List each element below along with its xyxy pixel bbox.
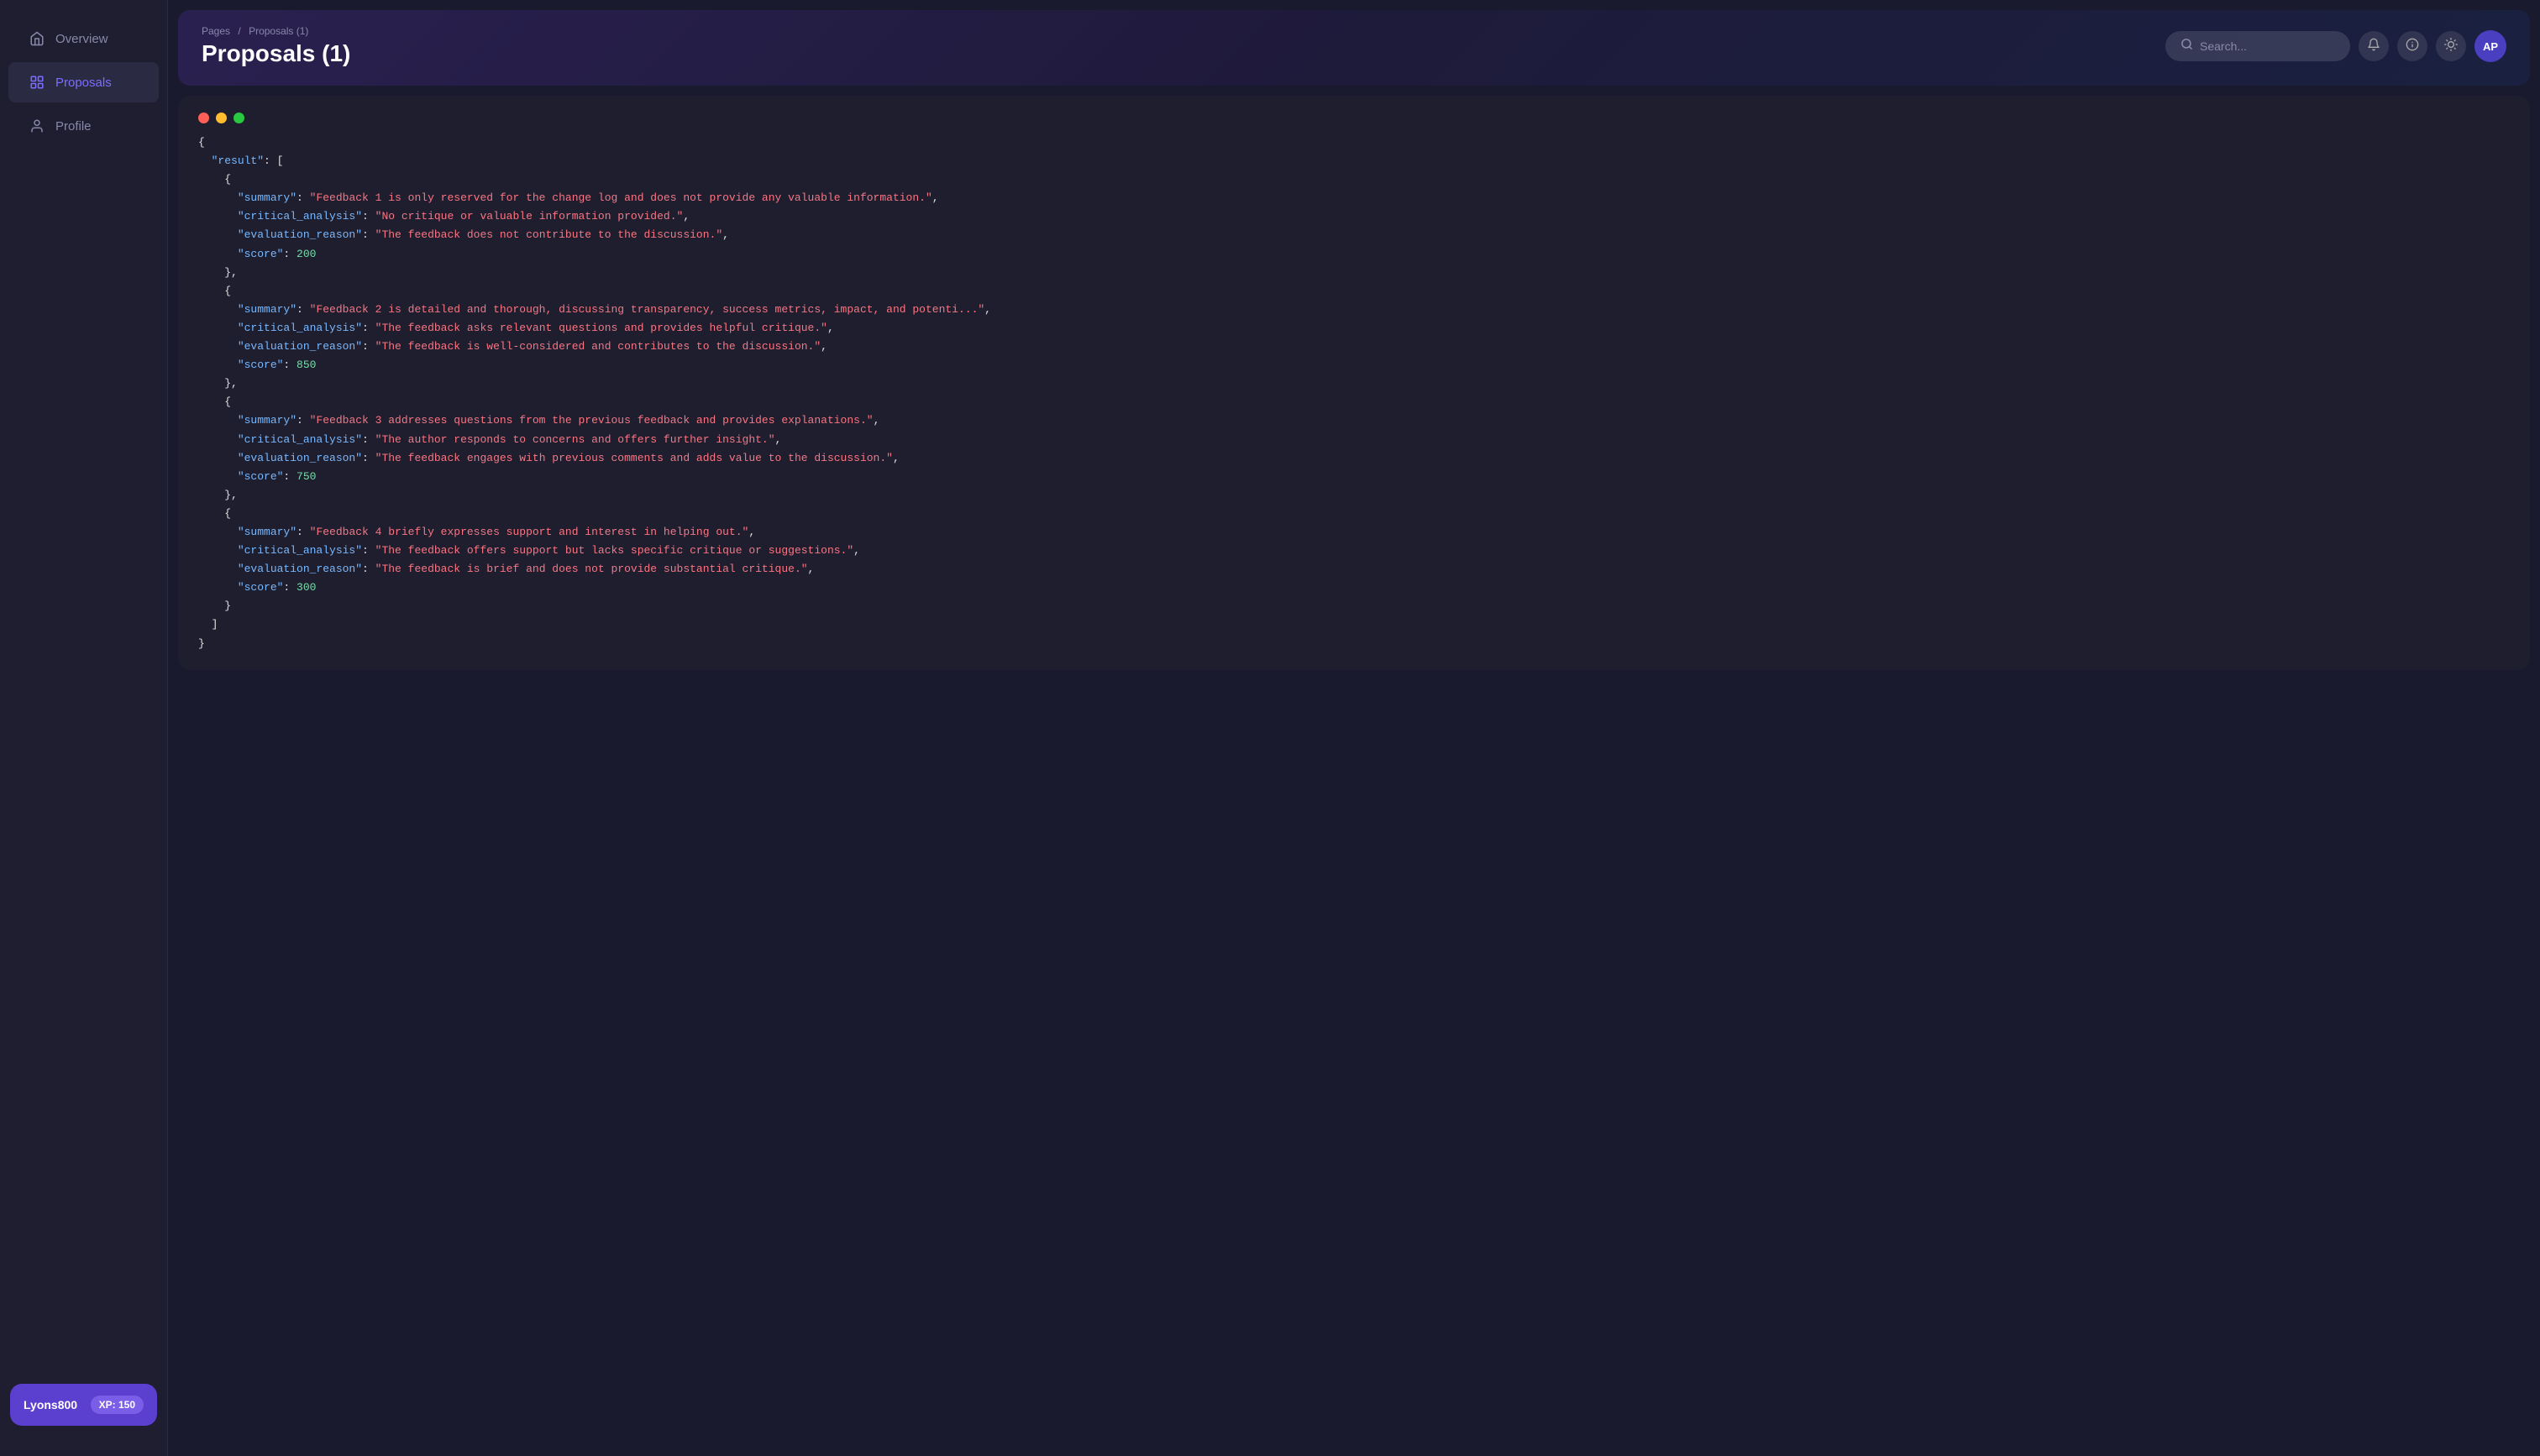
breadcrumb-current: Proposals (1) [249, 25, 308, 37]
search-input[interactable] [2200, 39, 2335, 53]
header-left: Pages / Proposals (1) Proposals (1) [202, 25, 350, 67]
main-content: Pages / Proposals (1) Proposals (1) [168, 0, 2540, 1456]
avatar-initials: AP [2483, 40, 2498, 53]
avatar-button[interactable]: AP [2474, 30, 2506, 62]
code-top-bar [198, 113, 2510, 123]
notifications-button[interactable] [2359, 31, 2389, 61]
search-bar[interactable] [2165, 31, 2350, 61]
sidebar-item-label-profile: Profile [55, 119, 92, 134]
sun-icon [2444, 38, 2458, 55]
dot-green [234, 113, 244, 123]
breadcrumb-sep: / [238, 25, 240, 37]
sidebar-item-proposals[interactable]: Proposals [8, 62, 159, 102]
content-area[interactable]: { "result": [ { "summary": "Feedback 1 i… [168, 86, 2540, 1456]
proposals-icon [29, 74, 45, 91]
sidebar-item-overview[interactable]: Overview [8, 18, 159, 59]
code-card: { "result": [ { "summary": "Feedback 1 i… [178, 96, 2530, 670]
home-icon [29, 30, 45, 47]
search-icon [2181, 38, 2193, 55]
header-right: AP [2165, 30, 2506, 62]
code-block[interactable]: { "result": [ { "summary": "Feedback 1 i… [198, 134, 2510, 653]
page-title: Proposals (1) [202, 40, 350, 67]
sidebar-bottom: Lyons800 XP: 150 [0, 1370, 167, 1439]
breadcrumb: Pages / Proposals (1) [202, 25, 350, 37]
profile-icon [29, 118, 45, 134]
info-button[interactable] [2397, 31, 2427, 61]
sidebar-item-label-proposals: Proposals [55, 76, 112, 90]
sidebar-item-profile[interactable]: Profile [8, 106, 159, 146]
dot-red [198, 113, 209, 123]
breadcrumb-root: Pages [202, 25, 230, 37]
user-name: Lyons800 [24, 1398, 77, 1411]
user-card[interactable]: Lyons800 XP: 150 [10, 1384, 157, 1426]
sidebar-item-label-overview: Overview [55, 32, 108, 46]
theme-button[interactable] [2436, 31, 2466, 61]
xp-badge: XP: 150 [91, 1396, 144, 1414]
dot-yellow [216, 113, 227, 123]
page-header: Pages / Proposals (1) Proposals (1) [178, 10, 2530, 86]
bell-icon [2367, 38, 2380, 55]
sidebar: Overview Proposals Profile Lyons800 XP: … [0, 0, 168, 1456]
info-icon [2406, 38, 2419, 55]
